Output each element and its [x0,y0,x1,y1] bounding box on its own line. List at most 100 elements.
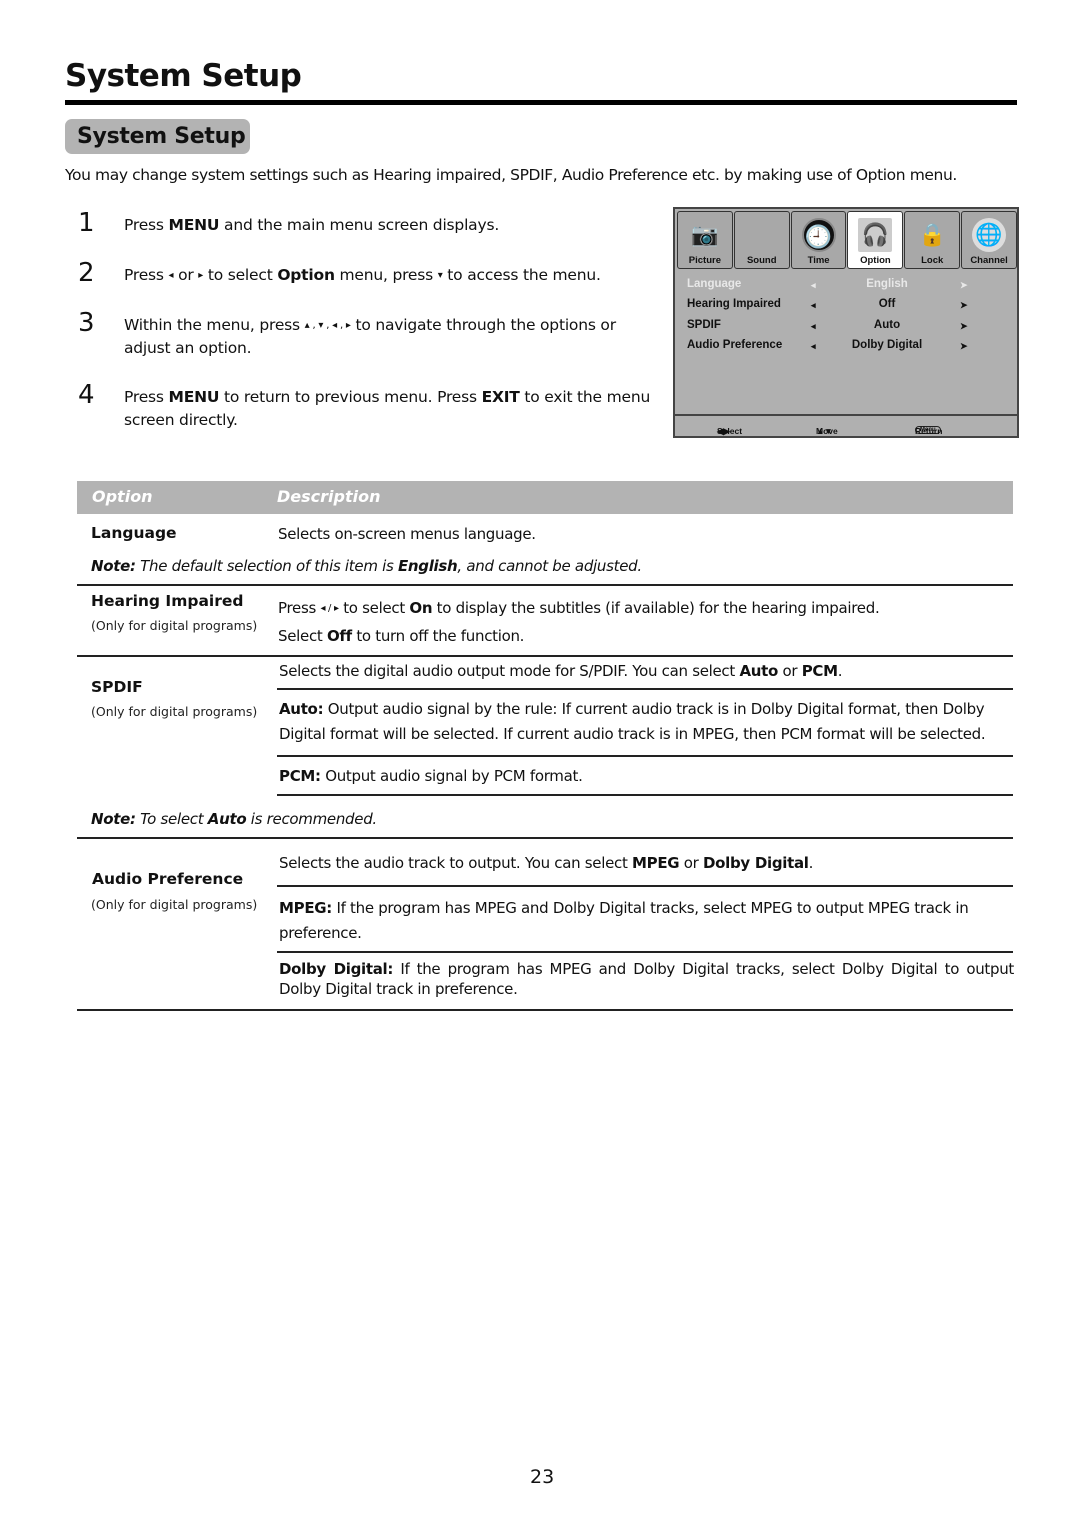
sound-icon [745,218,779,252]
step-text: Press [124,388,169,406]
desc-text: Press [278,599,321,617]
move-hint: Move [816,426,838,436]
desc-text: to turn off the function. [351,627,525,645]
language-description: Selects on-screen menus language. [278,525,536,543]
table-header: Option Description [77,481,1013,514]
step-text: menu, press [334,266,438,284]
navigation-arrows-icon: ▴ , ▾ , ◂ , ▸ [304,320,351,331]
step-text: Press [124,216,169,234]
option-audio-preference: Audio Preference [92,870,244,888]
spdif-description: Selects the digital audio output mode fo… [279,659,843,684]
tv-tab-time: 🕘 Time [790,211,847,269]
row-label: Language [687,278,742,290]
desc-text: to display the subtitles (if available) … [432,599,880,617]
step-text: or [173,266,199,284]
row-value: English [866,278,908,290]
option-hearing-impaired: Hearing Impaired [91,592,244,610]
spdif-pcm-description: PCM: Output audio signal by PCM format. [279,764,583,789]
right-arrow-icon: ➤ [960,300,968,310]
spdif-note: Note: To select Auto is recommended. [91,810,377,828]
exit-key-label: EXIT [481,388,520,406]
desc-bold: PCM: [279,767,321,785]
tv-row-audio-preference: Audio Preference ◂ Dolby Digital ➤ [687,339,1007,355]
row-label: Hearing Impaired [687,298,781,310]
step-text: Press [124,266,169,284]
spdif-auto-description: Auto: Output audio signal by the rule: I… [279,697,1014,747]
row-divider [77,837,1013,839]
intro-text: You may change system settings such as H… [65,166,957,184]
tv-menu-footer: ◀▶ Select ▲▼ Move Menu Return [675,414,1017,436]
language-note: Note: The default selection of this item… [91,557,642,575]
note-bold: Auto [207,810,247,828]
audio-pref-description: Selects the audio track to output. You c… [279,851,813,876]
tab-label: Sound [746,255,777,266]
camera-icon: 📷 [691,222,719,247]
header-option: Option [92,487,153,506]
left-arrow-icon: ◂ [811,300,816,310]
row-divider [277,794,1013,796]
step-text: to access the menu. [442,266,601,284]
digital-only-note: (Only for digital programs) [91,618,258,633]
row-divider [77,1009,1013,1011]
step-text: and the main menu screen displays. [219,216,500,234]
desc-bold: Dolby Digital: [279,960,394,978]
desc-bold: Auto [739,662,779,680]
digital-only-note: (Only for digital programs) [91,897,258,912]
note-text: , and cannot be adjusted. [457,557,642,575]
select-hint: Select [717,426,743,436]
step-number: 3 [78,308,95,338]
desc-text: Selects the audio track to output. You c… [279,854,633,872]
desc-bold: MPEG [632,854,680,872]
step-number: 1 [78,208,95,238]
row-divider [277,885,1013,887]
note-text: To select [135,810,208,828]
hearing-description-line2: Select Off to turn off the function. [278,624,524,649]
tv-row-spdif: SPDIF ◂ Auto ➤ [687,319,1007,335]
row-value: Off [878,298,896,310]
left-arrow-icon: ◂ [811,280,816,290]
desc-text: Selects the digital audio output mode fo… [279,662,740,680]
step-text: Within the menu, press [124,316,305,334]
desc-text: . [837,662,843,680]
note-label: Note: [91,557,136,575]
row-divider [277,951,1013,953]
row-value: Dolby Digital [851,339,923,351]
desc-text: Select [278,627,327,645]
right-arrow-icon: ➤ [960,341,968,351]
option-spdif: SPDIF [91,678,143,696]
section-badge: System Setup [65,119,250,154]
desc-bold: On [409,599,433,617]
menu-key-label: MENU [168,388,220,406]
tv-tab-picture: 📷 Picture [677,211,733,269]
hearing-description-line1: Press ◂ / ▸ to select On to display the … [278,596,880,621]
desc-text: . [808,854,814,872]
tv-tab-option: 🎧 Option [847,211,904,269]
desc-bold: PCM [801,662,838,680]
note-bold: English [397,557,458,575]
title-rule [65,100,1017,105]
desc-text: If the program has MPEG and Dolby Digita… [279,899,969,942]
menu-key-label: MENU [168,216,220,234]
desc-text: Output audio signal by the rule: If curr… [279,700,986,743]
tv-tab-channel: 🌐 Channel [961,211,1017,269]
globe-icon: 🌐 [972,218,1007,252]
right-arrow-icon: ➤ [960,280,968,290]
desc-bold: Dolby Digital [703,854,809,872]
header-description: Description [277,487,381,506]
step-number: 2 [78,258,95,288]
row-value: Auto [873,319,901,331]
step-text: to return to previous menu. Press [219,388,482,406]
tab-label: Lock [921,255,944,266]
digital-only-note: (Only for digital programs) [91,704,258,719]
note-label: Note: [91,810,136,828]
tv-tab-sound: Sound [733,211,790,269]
return-hint: Return [915,426,943,436]
row-divider [77,584,1013,586]
row-divider [277,688,1013,690]
tv-option-menu: 📷 Picture Sound 🕘 Time 🎧 Option 🔒 Lock 🌐… [673,207,1019,438]
row-label: SPDIF [687,319,721,331]
audio-pref-mpeg-description: MPEG: If the program has MPEG and Dolby … [279,896,1004,946]
clock-icon: 🕘 [801,218,836,252]
tv-menu-tabs: 📷 Picture Sound 🕘 Time 🎧 Option 🔒 Lock 🌐… [677,211,1017,269]
page-number: 23 [530,1466,555,1488]
